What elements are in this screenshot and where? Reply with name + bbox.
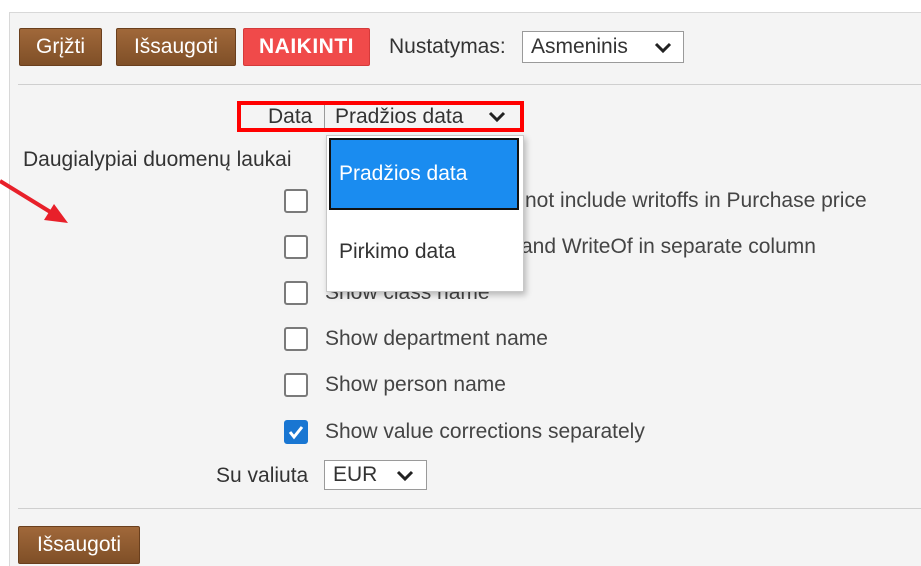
checkbox-label-value-corrections: Show value corrections separately (325, 420, 645, 443)
checkbox-class-name[interactable] (284, 281, 308, 305)
currency-select[interactable]: EUR (324, 460, 427, 490)
checkbox-label-no-writeoffs: not include writoffs in Purchase price (525, 189, 867, 212)
settings-select[interactable]: Asmeninis (522, 31, 684, 63)
back-button[interactable]: Grįžti (19, 28, 102, 66)
multi-fields-label: Daugialypiai duomenų laukai (23, 148, 292, 171)
toolbar-divider (18, 84, 921, 85)
date-select-highlight (237, 101, 524, 132)
settings-select-value: Asmeninis (531, 35, 628, 58)
footer-divider (18, 508, 921, 509)
currency-select-value: EUR (333, 463, 378, 486)
red-arrow-icon (0, 179, 68, 223)
date-dropdown-list: Pradžios data Pirkimo data (326, 135, 524, 292)
checkbox-label-department-name: Show department name (325, 327, 548, 350)
save-button[interactable]: Išsaugoti (116, 28, 236, 66)
checkbox-writeoff-column[interactable] (284, 235, 308, 259)
footer-save-button[interactable]: Išsaugoti (18, 526, 140, 564)
currency-label: Su valiuta (216, 464, 309, 487)
checkbox-department-name[interactable] (284, 327, 308, 351)
checkbox-person-name[interactable] (284, 373, 308, 397)
settings-label: Nustatymas: (389, 35, 506, 58)
chevron-down-icon (396, 470, 414, 482)
checkbox-label-writeoff-column: and WriteOf in separate column (521, 235, 816, 258)
checkbox-label-person-name: Show person name (325, 373, 506, 396)
top-strip (0, 0, 921, 11)
date-option-purchase[interactable]: Pirkimo data (329, 216, 519, 288)
checkbox-value-corrections[interactable] (284, 420, 308, 444)
checkbox-no-writeoffs[interactable] (284, 189, 308, 213)
checkmark-icon (288, 426, 304, 440)
delete-button[interactable]: NAIKINTI (243, 28, 370, 66)
chevron-down-icon (654, 42, 672, 54)
date-option-start[interactable]: Pradžios data (329, 138, 519, 210)
